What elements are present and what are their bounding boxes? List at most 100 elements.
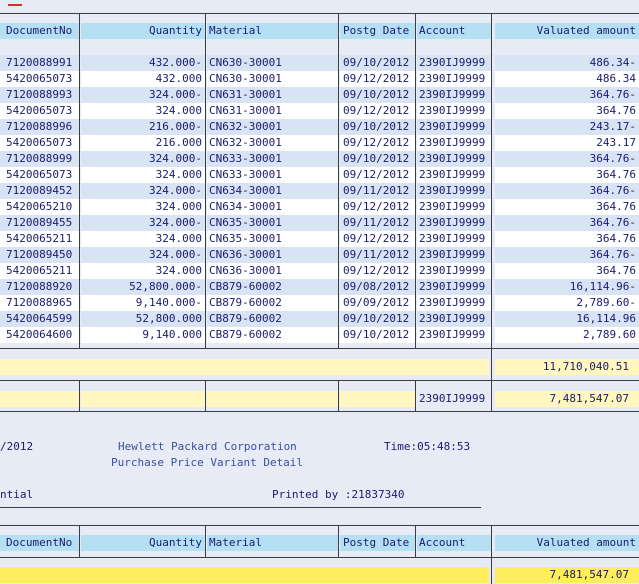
cell-valuated-amount[interactable]: 364.76- bbox=[495, 215, 639, 231]
cell-material[interactable]: CN632-30001 bbox=[207, 135, 338, 151]
cell-postg-date[interactable]: 09/12/2012 bbox=[340, 263, 415, 279]
header2-quantity[interactable]: Quantity bbox=[81, 535, 205, 551]
cell-quantity[interactable]: 324.000 bbox=[81, 167, 205, 183]
header-valuated-amount[interactable]: Valuated amount bbox=[495, 23, 639, 39]
cell-material[interactable]: CN636-30001 bbox=[207, 263, 338, 279]
cell-account[interactable]: 2390IJ9999 bbox=[417, 167, 491, 183]
header2-postg-date[interactable]: Postg Date bbox=[340, 535, 415, 551]
cell-material[interactable]: CN633-30001 bbox=[207, 151, 338, 167]
cell-postg-date[interactable]: 09/10/2012 bbox=[340, 151, 415, 167]
cell-quantity[interactable]: 432.000- bbox=[81, 55, 205, 71]
cell-quantity[interactable]: 324.000 bbox=[81, 263, 205, 279]
header2-valuated-amount[interactable]: Valuated amount bbox=[495, 535, 639, 551]
cell-account[interactable]: 2390IJ9999 bbox=[417, 215, 491, 231]
cell-postg-date[interactable]: 09/12/2012 bbox=[340, 167, 415, 183]
cell-valuated-amount[interactable]: 364.76- bbox=[495, 151, 639, 167]
cell-postg-date[interactable]: 09/12/2012 bbox=[340, 135, 415, 151]
cell-quantity[interactable]: 324.000- bbox=[81, 87, 205, 103]
cell-valuated-amount[interactable]: 364.76- bbox=[495, 183, 639, 199]
cell-account[interactable]: 2390IJ9999 bbox=[417, 71, 491, 87]
header-material[interactable]: Material bbox=[207, 23, 338, 39]
cell-material[interactable]: CN634-30001 bbox=[207, 199, 338, 215]
grand-total-value[interactable]: 11,710,040.51 bbox=[495, 359, 639, 375]
subtotal-value[interactable]: 7,481,547.07 bbox=[495, 391, 639, 407]
cell-valuated-amount[interactable]: 364.76 bbox=[495, 263, 639, 279]
cell-material[interactable]: CN635-30001 bbox=[207, 231, 338, 247]
cell-material[interactable]: CN631-30001 bbox=[207, 87, 338, 103]
cell-account[interactable]: 2390IJ9999 bbox=[417, 327, 491, 343]
cell-valuated-amount[interactable]: 243.17- bbox=[495, 119, 639, 135]
header-quantity[interactable]: Quantity bbox=[81, 23, 205, 39]
cell-document-no[interactable]: 5420065211 bbox=[0, 263, 79, 279]
cell-account[interactable]: 2390IJ9999 bbox=[417, 103, 491, 119]
cell-document-no[interactable]: 5420065210 bbox=[0, 199, 79, 215]
cell-postg-date[interactable]: 09/10/2012 bbox=[340, 327, 415, 343]
cell-document-no[interactable]: 5420064599 bbox=[0, 311, 79, 327]
cell-document-no[interactable]: 7120088991 bbox=[0, 55, 79, 71]
cell-postg-date[interactable]: 09/12/2012 bbox=[340, 231, 415, 247]
cell-account[interactable]: 2390IJ9999 bbox=[417, 55, 491, 71]
cell-document-no[interactable]: 7120089455 bbox=[0, 215, 79, 231]
cell-material[interactable]: CN635-30001 bbox=[207, 215, 338, 231]
cell-material[interactable]: CN636-30001 bbox=[207, 247, 338, 263]
cell-quantity[interactable]: 324.000- bbox=[81, 151, 205, 167]
cell-account[interactable]: 2390IJ9999 bbox=[417, 119, 491, 135]
cell-quantity[interactable]: 432.000 bbox=[81, 71, 205, 87]
cell-document-no[interactable]: 5420065211 bbox=[0, 231, 79, 247]
cell-document-no[interactable]: 5420064600 bbox=[0, 327, 79, 343]
cell-account[interactable]: 2390IJ9999 bbox=[417, 151, 491, 167]
cell-material[interactable]: CN632-30001 bbox=[207, 119, 338, 135]
cell-valuated-amount[interactable]: 16,114.96 bbox=[495, 311, 639, 327]
cell-valuated-amount[interactable]: 486.34 bbox=[495, 71, 639, 87]
cell-account[interactable]: 2390IJ9999 bbox=[417, 231, 491, 247]
cell-document-no[interactable]: 7120088999 bbox=[0, 151, 79, 167]
cell-valuated-amount[interactable]: 364.76 bbox=[495, 231, 639, 247]
cell-document-no[interactable]: 7120088965 bbox=[0, 295, 79, 311]
cell-document-no[interactable]: 5420065073 bbox=[0, 71, 79, 87]
cell-quantity[interactable]: 324.000 bbox=[81, 199, 205, 215]
cell-quantity[interactable]: 324.000- bbox=[81, 183, 205, 199]
cell-quantity[interactable]: 216.000- bbox=[81, 119, 205, 135]
cell-quantity[interactable]: 324.000- bbox=[81, 247, 205, 263]
cell-valuated-amount[interactable]: 2,789.60- bbox=[495, 295, 639, 311]
cell-document-no[interactable]: 7120089450 bbox=[0, 247, 79, 263]
cell-document-no[interactable]: 7120088996 bbox=[0, 119, 79, 135]
cell-valuated-amount[interactable]: 364.76 bbox=[495, 167, 639, 183]
cell-postg-date[interactable]: 09/10/2012 bbox=[340, 55, 415, 71]
cell-postg-date[interactable]: 09/10/2012 bbox=[340, 119, 415, 135]
header2-material[interactable]: Material bbox=[207, 535, 338, 551]
cell-quantity[interactable]: 52,800.000 bbox=[81, 311, 205, 327]
cell-material[interactable]: CN631-30001 bbox=[207, 103, 338, 119]
cell-document-no[interactable]: 7120088920 bbox=[0, 279, 79, 295]
cell-quantity[interactable]: 324.000 bbox=[81, 103, 205, 119]
cell-postg-date[interactable]: 09/11/2012 bbox=[340, 215, 415, 231]
cell-document-no[interactable]: 5420065073 bbox=[0, 167, 79, 183]
cell-quantity[interactable]: 9,140.000- bbox=[81, 295, 205, 311]
cell-quantity[interactable]: 324.000- bbox=[81, 215, 205, 231]
cell-valuated-amount[interactable]: 16,114.96- bbox=[495, 279, 639, 295]
header-account[interactable]: Account bbox=[417, 23, 491, 39]
cell-account[interactable]: 2390IJ9999 bbox=[417, 135, 491, 151]
bottom-total-value[interactable]: 7,481,547.07 bbox=[495, 567, 639, 583]
cell-quantity[interactable]: 9,140.000 bbox=[81, 327, 205, 343]
cell-document-no[interactable]: 7120088993 bbox=[0, 87, 79, 103]
cell-material[interactable]: CN634-30001 bbox=[207, 183, 338, 199]
cell-account[interactable]: 2390IJ9999 bbox=[417, 311, 491, 327]
header2-document-no[interactable]: DocumentNo bbox=[0, 535, 79, 551]
cell-valuated-amount[interactable]: 364.76- bbox=[495, 247, 639, 263]
cell-valuated-amount[interactable]: 364.76 bbox=[495, 103, 639, 119]
cell-valuated-amount[interactable]: 486.34- bbox=[495, 55, 639, 71]
header-document-no[interactable]: DocumentNo bbox=[0, 23, 79, 39]
cell-material[interactable]: CB879-60002 bbox=[207, 295, 338, 311]
cell-postg-date[interactable]: 09/12/2012 bbox=[340, 103, 415, 119]
cell-valuated-amount[interactable]: 364.76 bbox=[495, 199, 639, 215]
cell-postg-date[interactable]: 09/11/2012 bbox=[340, 183, 415, 199]
cell-account[interactable]: 2390IJ9999 bbox=[417, 87, 491, 103]
cell-account[interactable]: 2390IJ9999 bbox=[417, 279, 491, 295]
cell-account[interactable]: 2390IJ9999 bbox=[417, 263, 491, 279]
cell-material[interactable]: CN630-30001 bbox=[207, 55, 338, 71]
cell-material[interactable]: CB879-60002 bbox=[207, 327, 338, 343]
cell-postg-date[interactable]: 09/08/2012 bbox=[340, 279, 415, 295]
cell-quantity[interactable]: 52,800.000- bbox=[81, 279, 205, 295]
cell-postg-date[interactable]: 09/10/2012 bbox=[340, 311, 415, 327]
